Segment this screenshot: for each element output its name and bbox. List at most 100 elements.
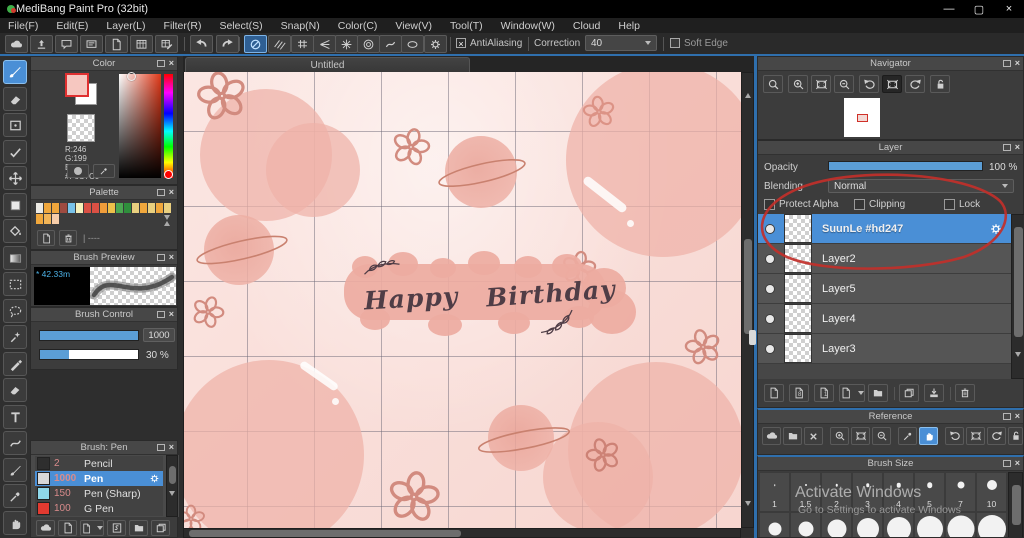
menu-filter[interactable]: Filter(R) [164, 20, 202, 32]
add-layer-button[interactable] [764, 384, 784, 402]
snap-off-button[interactable] [244, 35, 267, 53]
popout-icon[interactable] [156, 188, 165, 196]
hue-bar[interactable] [164, 74, 173, 179]
palette-swatch[interactable] [60, 203, 67, 213]
menu-tool[interactable]: Tool(T) [450, 20, 483, 32]
brush-size-value[interactable]: 1000 [143, 328, 175, 342]
navigator-zoom-out-button[interactable] [834, 75, 854, 93]
tool-select-lasso[interactable] [3, 299, 27, 323]
palette-swatch[interactable] [36, 203, 43, 213]
brush-size-cell[interactable]: 1 [759, 472, 790, 512]
popout-icon[interactable] [156, 310, 165, 318]
minimize-button[interactable]: — [934, 3, 964, 16]
brush-row-pen-sharp[interactable]: 150 Pen (Sharp) [35, 486, 163, 501]
tool-hand[interactable] [3, 511, 27, 535]
layer-row[interactable]: Layer3 [758, 334, 1011, 364]
palette-swatch[interactable] [148, 203, 155, 213]
palette-swatch[interactable] [68, 203, 75, 213]
menu-file[interactable]: File(F) [8, 20, 38, 32]
navigator-reset-rotation-button[interactable] [882, 75, 902, 93]
close-icon[interactable]: × [169, 253, 174, 262]
menu-cloud[interactable]: Cloud [573, 20, 600, 32]
popout-icon[interactable] [1002, 143, 1011, 151]
reference-hand-button[interactable] [919, 427, 938, 445]
close-icon[interactable]: × [169, 188, 174, 197]
layer-visible-toggle[interactable] [766, 314, 774, 323]
brush-size-slider[interactable] [39, 330, 139, 341]
tool-ink-brush[interactable] [3, 458, 27, 482]
menu-color[interactable]: Color(C) [338, 20, 378, 32]
navigator-unlock-button[interactable] [930, 75, 950, 93]
close-icon[interactable]: × [1015, 412, 1020, 421]
menu-layer[interactable]: Layer(L) [106, 20, 145, 32]
palette-swatch[interactable] [92, 203, 99, 213]
add-brush-button[interactable] [58, 520, 77, 536]
menu-edit[interactable]: Edit(E) [56, 20, 88, 32]
snap-radial-button[interactable] [335, 35, 358, 53]
layer-visible-toggle[interactable] [766, 224, 774, 233]
tool-operation[interactable] [3, 431, 27, 455]
snap-parallel-button[interactable] [268, 35, 291, 53]
popout-icon[interactable] [156, 59, 165, 67]
add-1bit-layer-button[interactable]: 1 [814, 384, 834, 402]
correction-dropdown[interactable]: 40 [585, 35, 657, 51]
antialiasing-checkbox[interactable]: × [456, 38, 466, 49]
menu-select[interactable]: Select(S) [219, 20, 262, 32]
brush-row-g-pen[interactable]: 100 G Pen [35, 501, 163, 516]
brush-settings-icon[interactable] [149, 473, 160, 484]
cloud-brush-button[interactable] [36, 520, 55, 536]
palette-swatch[interactable] [52, 203, 59, 213]
snap-vanishing-button[interactable] [313, 35, 336, 53]
layer-visible-toggle[interactable] [766, 344, 774, 353]
layer-row[interactable]: Layer2 [758, 244, 1011, 274]
maximize-button[interactable]: ▢ [964, 3, 994, 16]
close-button[interactable]: × [994, 3, 1024, 16]
undo-button[interactable] [190, 35, 213, 53]
panel-splitter-handle[interactable] [749, 330, 756, 345]
delete-color-button[interactable] [59, 230, 77, 246]
add-8bit-layer-button[interactable]: 8 [789, 384, 809, 402]
soft-edge-checkbox[interactable] [670, 38, 680, 48]
canvas-vertical-scrollbar[interactable] [741, 72, 754, 528]
palette-swatch[interactable] [140, 203, 147, 213]
menu-help[interactable]: Help [618, 20, 640, 32]
add-layer-menu-button[interactable] [839, 384, 865, 402]
tool-select-pen[interactable] [3, 352, 27, 376]
reference-zoom-out-button[interactable] [872, 427, 891, 445]
duplicate-brush-button[interactable] [151, 520, 170, 536]
reference-unlock-button[interactable] [1008, 427, 1023, 445]
brush-size-scrollbar[interactable] [1008, 472, 1023, 537]
close-icon[interactable]: × [169, 443, 174, 452]
brush-size-cell[interactable]: 70 [976, 512, 1007, 537]
close-icon[interactable]: × [1015, 459, 1020, 468]
palette-swatch[interactable] [124, 203, 131, 213]
brush-size-cell[interactable]: 13 [759, 512, 790, 537]
menu-view[interactable]: View(V) [395, 20, 432, 32]
palette-swatch[interactable] [156, 203, 163, 213]
close-icon[interactable]: × [169, 59, 174, 68]
popout-icon[interactable] [1002, 459, 1011, 467]
canvas-horizontal-scrollbar[interactable] [183, 528, 741, 538]
tool-magic-wand[interactable] [3, 325, 27, 349]
lock-checkbox[interactable]: Lock [944, 199, 980, 210]
navigator-thumbnail[interactable] [844, 98, 880, 137]
brush-opacity-slider[interactable] [39, 349, 139, 360]
palette-swatch[interactable] [44, 214, 51, 224]
palette-swatch[interactable] [116, 203, 123, 213]
popout-icon[interactable] [1002, 412, 1011, 420]
memo-button[interactable] [80, 35, 103, 53]
saturation-value-picker[interactable] [119, 72, 161, 178]
palette-swatch[interactable] [36, 214, 43, 224]
tool-select-move[interactable] [3, 193, 27, 217]
snap-crisscross-button[interactable] [291, 35, 314, 53]
close-icon[interactable]: × [1015, 143, 1020, 152]
script-brush-button[interactable] [107, 520, 126, 536]
reference-rotate-cw-button[interactable] [987, 427, 1006, 445]
palette-swatch[interactable] [132, 203, 139, 213]
palette-swatch[interactable] [108, 203, 115, 213]
blending-dropdown[interactable]: Normal [828, 179, 1014, 193]
tool-polyline[interactable] [3, 140, 27, 164]
palette-swatch[interactable] [84, 203, 91, 213]
add-color-button[interactable] [37, 230, 55, 246]
tool-select-eraser[interactable] [3, 378, 27, 402]
